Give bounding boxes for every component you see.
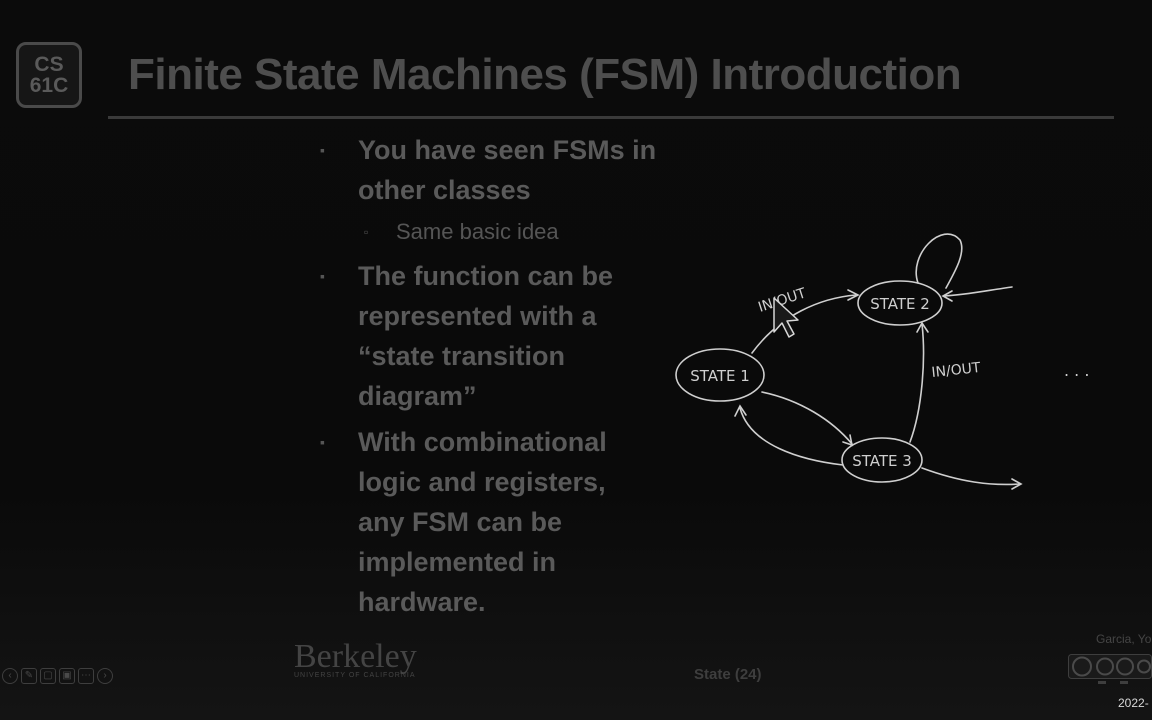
logo-line-1: CS [34, 53, 64, 76]
slide-title: Finite State Machines (FSM) Introduction [128, 50, 962, 99]
course-logo: CS 61C [16, 42, 82, 108]
slide-navigation-bar: ‹ ✎ ▢ ▣ ⋯ › [2, 668, 113, 684]
edge-incoming-state2 [943, 286, 1013, 297]
slide-number-label: State (24) [694, 666, 762, 683]
state-3-label: STATE 3 [852, 452, 912, 470]
berkeley-logo: Berkeley UNIVERSITY OF CALIFORNIA [294, 638, 417, 680]
cc-icon[interactable]: ▢ [40, 668, 56, 684]
bullet-list: ▪ You have seen FSMs in other classes ▫ … [318, 130, 658, 628]
bullet-item: ▪ The function can be represented with a… [318, 256, 658, 416]
bullet-text: You have seen FSMs in other classes [358, 135, 657, 205]
bullet-text: With combinational logic and registers, … [358, 427, 607, 617]
bullet-marker: ▪ [320, 434, 325, 450]
sub-bullet-item: ▫ Same basic idea [318, 216, 658, 248]
slide: CS 61C Finite State Machines (FSM) Intro… [0, 0, 1152, 720]
edge-outgoing-state3 [921, 467, 1021, 486]
sub-bullet-marker: ▫ [364, 225, 369, 239]
bullet-marker: ▪ [320, 268, 325, 284]
edge-label-in-out: IN/OUT [931, 360, 982, 381]
edge-state3-state1 [739, 407, 844, 466]
edge-state3-state2 [909, 323, 925, 443]
state-2-label: STATE 2 [870, 295, 930, 313]
author-label: Garcia, Yo [1096, 632, 1152, 646]
berkeley-wordmark: Berkeley [294, 638, 417, 675]
bullet-text: The function can be represented with a “… [358, 261, 614, 411]
state-2-self-loop [915, 233, 963, 289]
pen-icon[interactable]: ✎ [21, 668, 37, 684]
state-1-label: STATE 1 [690, 367, 750, 385]
bullet-item: ▪ With combinational logic and registers… [318, 422, 658, 622]
prev-icon[interactable]: ‹ [2, 668, 18, 684]
berkeley-subtitle: UNIVERSITY OF CALIFORNIA [294, 672, 416, 679]
ellipsis-label: . . . [1064, 361, 1089, 380]
next-icon[interactable]: › [97, 668, 113, 684]
state-transition-diagram: STATE 1 STATE 2 STATE 3 IN/OUT IN/OUT . … [675, 233, 1089, 490]
options-icon[interactable]: ⋯ [78, 668, 94, 684]
creative-commons-by-nc-icon [1068, 654, 1152, 684]
bullet-marker: ▪ [320, 142, 325, 158]
sub-bullet-text: Same basic idea [396, 219, 559, 244]
logo-line-2: 61C [29, 74, 69, 97]
screen-icon[interactable]: ▣ [59, 668, 75, 684]
date-label: 2022- [1118, 696, 1149, 710]
edge-state1-state3 [761, 391, 853, 445]
bullet-item: ▪ You have seen FSMs in other classes [318, 130, 658, 210]
title-divider [108, 116, 1114, 119]
